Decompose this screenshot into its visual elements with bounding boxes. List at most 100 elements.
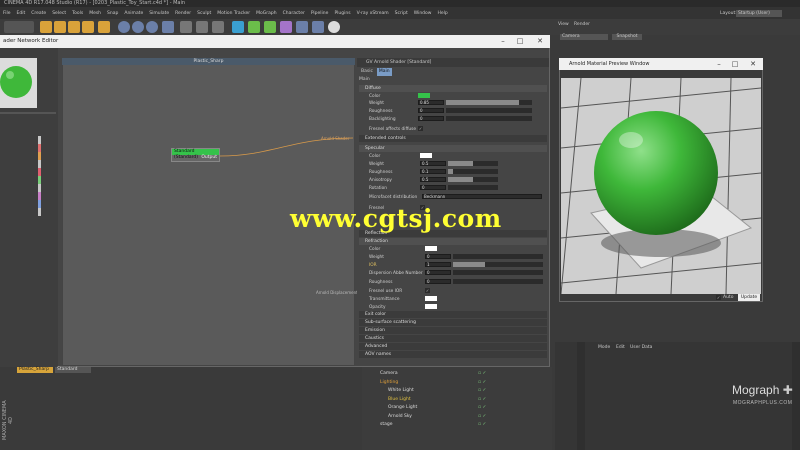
floor-icon[interactable] [296,21,308,33]
section-refraction[interactable]: Refraction [359,238,547,245]
object-row[interactable]: Lighting [380,380,398,385]
menu-item-5[interactable]: Mesh [89,11,101,16]
render-picture-viewer-icon[interactable] [196,21,208,33]
menu-item-17[interactable]: Script [395,11,408,16]
section-aov-names[interactable]: AOV names [359,351,547,358]
section-caustics[interactable]: Caustics [359,335,547,342]
object-visibility-icon[interactable]: ▫ ✓ [478,405,486,410]
refraction-roughness-slider[interactable] [453,279,543,284]
preview-minimize-icon[interactable]: – [712,58,726,70]
specular-roughness-field[interactable]: 0.1 [420,169,446,174]
layout-dropdown[interactable]: Startup (User) [736,10,782,17]
vertical-tab-strip[interactable] [577,342,585,450]
object-row[interactable]: Orange Light [388,405,417,410]
object-row[interactable]: Camera [380,371,398,376]
object-row[interactable]: stage [380,422,393,427]
specular-anisotropy-slider[interactable] [448,177,498,182]
object-visibility-icon[interactable]: ▫ ✓ [478,414,486,419]
attr-menu-user-data[interactable]: User Data [630,345,652,350]
opacity-swatch[interactable] [425,304,437,309]
menu-item-18[interactable]: Window [414,11,432,16]
cube-icon[interactable] [232,21,244,33]
refraction-weight-slider[interactable] [453,254,543,259]
menu-item-0[interactable]: File [3,11,11,16]
section-diffuse[interactable]: Diffuse [359,85,547,92]
menu-item-9[interactable]: Render [175,11,191,16]
diffuse-roughness-field[interactable]: 0 [418,108,444,113]
scale-tool-icon[interactable] [68,21,80,33]
diffuse-backlighting-slider[interactable] [446,116,532,121]
ior-field[interactable]: 1 [425,262,451,267]
object-visibility-icon[interactable]: ▫ ✓ [478,422,486,427]
dispersion-abbe-slider[interactable] [453,270,543,275]
fresnel-use-ior-checkbox[interactable]: ✓ [425,288,430,293]
auto-checkbox[interactable]: ✓ [716,295,721,300]
attr-menu-mode[interactable]: Mode [598,345,610,350]
diffuse-color-swatch[interactable] [418,93,430,98]
specular-color-swatch[interactable] [420,153,432,158]
menu-item-4[interactable]: Tools [72,11,83,16]
preview-maximize-icon[interactable]: □ [728,58,742,70]
section-exit-color[interactable]: Exit color [359,311,547,318]
menu-item-19[interactable]: Help [437,11,447,16]
menu-item-8[interactable]: Simulate [149,11,169,16]
section-advanced[interactable]: Advanced [359,343,547,350]
menu-item-13[interactable]: Character [283,11,305,16]
specular-weight-field[interactable]: 0.5 [420,161,446,166]
object-row[interactable]: Arnold Sky [388,414,412,419]
arnold-shader-port[interactable]: Arnold Shader [321,136,349,141]
tab-basic[interactable]: Basic [359,68,375,76]
render-settings-icon[interactable] [212,21,224,33]
specular-roughness-slider[interactable] [448,169,498,174]
specular-anisotropy-field[interactable]: 0.5 [420,177,446,182]
object-visibility-icon[interactable]: ▫ ✓ [478,397,486,402]
refraction-weight-field[interactable]: 0 [425,254,451,259]
menu-item-7[interactable]: Animate [124,11,143,16]
undo-button[interactable] [4,21,34,33]
coordinate-system-icon[interactable] [162,21,174,33]
tab-main[interactable]: Main [376,68,392,76]
refraction-color-swatch[interactable] [425,246,437,251]
microfacet-distribution-dropdown[interactable]: Beckmann [422,194,542,199]
menu-item-2[interactable]: Create [31,11,46,16]
material-standard[interactable]: Standard [55,367,91,373]
object-visibility-icon[interactable]: ▫ ✓ [478,388,486,393]
section-emission[interactable]: Emission [359,327,547,334]
menu-item-10[interactable]: Sculpt [197,11,211,16]
menu-item-3[interactable]: Select [52,11,66,16]
y-axis-icon[interactable] [132,21,144,33]
update-button[interactable]: Update [738,294,760,301]
menu-item-16[interactable]: V-ray xStream [357,11,389,16]
dispersion-abbe-field[interactable]: 0 [425,270,451,275]
transmittance-swatch[interactable] [425,296,437,301]
minimize-icon[interactable]: – [496,35,510,48]
arnold-displacement-port[interactable]: Arnold Displacement [316,290,358,295]
diffuse-weight-slider[interactable] [446,100,532,105]
render-view-icon[interactable] [180,21,192,33]
node-output-port[interactable]: Output [172,155,217,161]
deformer-icon[interactable] [280,21,292,33]
menu-item-1[interactable]: Edit [17,11,26,16]
camera-icon[interactable] [312,21,324,33]
menu-item-15[interactable]: Plugins [334,11,350,16]
menu-item-11[interactable]: Motion Tracker [217,11,250,16]
subdivision-icon[interactable] [248,21,260,33]
section-subsurface[interactable]: Sub-surface scattering [359,319,547,326]
specular-weight-slider[interactable] [448,161,498,166]
refraction-roughness-field[interactable]: 0 [425,279,451,284]
specular-rotation-slider[interactable] [448,185,498,190]
attr-menu-edit[interactable]: Edit [616,345,625,350]
right-tab-strip[interactable] [792,342,800,450]
menu-item-6[interactable]: Snap [107,11,118,16]
object-row[interactable]: White Light [388,388,414,393]
ior-slider[interactable] [453,262,543,267]
snapshot-button[interactable]: Snapshot [612,34,642,40]
menu-item-14[interactable]: Pipeline [311,11,329,16]
section-specular[interactable]: Specular [359,145,547,152]
view-menu[interactable]: View [558,22,569,27]
x-axis-icon[interactable] [118,21,130,33]
z-axis-icon[interactable] [146,21,158,33]
diffuse-backlighting-field[interactable]: 0 [418,116,444,121]
specular-rotation-field[interactable]: 0 [420,185,446,190]
preview-close-icon[interactable]: ✕ [746,58,760,70]
